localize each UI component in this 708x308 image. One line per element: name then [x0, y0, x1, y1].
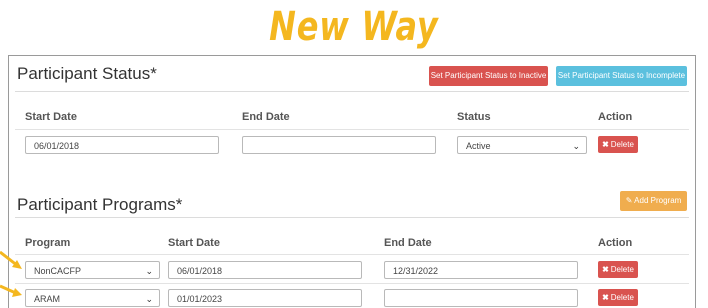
- participant-panel: Participant Status* Set Participant Stat…: [8, 55, 696, 308]
- chevron-down-icon: ⌄: [145, 266, 153, 276]
- delete-label: Delete: [610, 140, 634, 149]
- add-program-label: Add Program: [634, 196, 682, 205]
- program-delete-button[interactable]: ✖ Delete: [598, 289, 638, 306]
- row-divider: [15, 129, 689, 130]
- col-end-date: End Date: [384, 237, 432, 249]
- program-end-date-input[interactable]: [384, 289, 578, 307]
- status-end-date-input[interactable]: [242, 136, 436, 154]
- col-action: Action: [598, 111, 633, 123]
- program-start-date-input[interactable]: 01/01/2023: [168, 289, 362, 307]
- edit-icon: ✎: [625, 196, 633, 205]
- divider: [15, 217, 689, 218]
- status-delete-button[interactable]: ✖ Delete: [598, 136, 638, 153]
- arrow-icon: [0, 250, 22, 269]
- col-start-date: Start Date: [168, 237, 220, 249]
- program-start-date-input[interactable]: 06/01/2018: [168, 261, 362, 279]
- status-start-date-input[interactable]: 06/01/2018: [25, 136, 219, 154]
- program-delete-button[interactable]: ✖ Delete: [598, 261, 638, 278]
- row-divider: [15, 254, 689, 255]
- status-select-value: Active: [466, 141, 491, 151]
- col-action: Action: [598, 237, 633, 249]
- program-select[interactable]: NonCACFP ⌄: [25, 261, 160, 279]
- times-icon: ✖: [602, 265, 609, 274]
- col-start-date: Start Date: [25, 111, 77, 123]
- program-end-date-input[interactable]: 12/31/2022: [384, 261, 578, 279]
- row-divider: [15, 283, 689, 284]
- status-select[interactable]: Active ⌄: [457, 136, 587, 154]
- chevron-down-icon: ⌄: [572, 141, 580, 151]
- col-program: Program: [25, 237, 71, 249]
- set-incomplete-button[interactable]: Set Participant Status to Incomplete: [556, 66, 687, 86]
- chevron-down-icon: ⌄: [145, 294, 153, 304]
- delete-label: Delete: [610, 265, 634, 274]
- program-select-value: ARAM: [34, 294, 61, 304]
- divider: [15, 91, 689, 92]
- times-icon: ✖: [602, 140, 609, 149]
- set-inactive-button[interactable]: Set Participant Status to Inactive: [429, 66, 548, 86]
- arrow-icon: [0, 284, 22, 297]
- banner-title: New Way: [269, 4, 439, 50]
- col-status: Status: [457, 111, 491, 123]
- col-end-date: End Date: [242, 111, 290, 123]
- delete-label: Delete: [610, 293, 634, 302]
- programs-section-title: Participant Programs*: [17, 195, 183, 214]
- add-program-button[interactable]: ✎ Add Program: [620, 191, 687, 211]
- times-icon: ✖: [602, 293, 609, 302]
- program-select-value: NonCACFP: [34, 266, 82, 276]
- program-select[interactable]: ARAM ⌄: [25, 289, 160, 307]
- status-section-title: Participant Status*: [17, 64, 157, 83]
